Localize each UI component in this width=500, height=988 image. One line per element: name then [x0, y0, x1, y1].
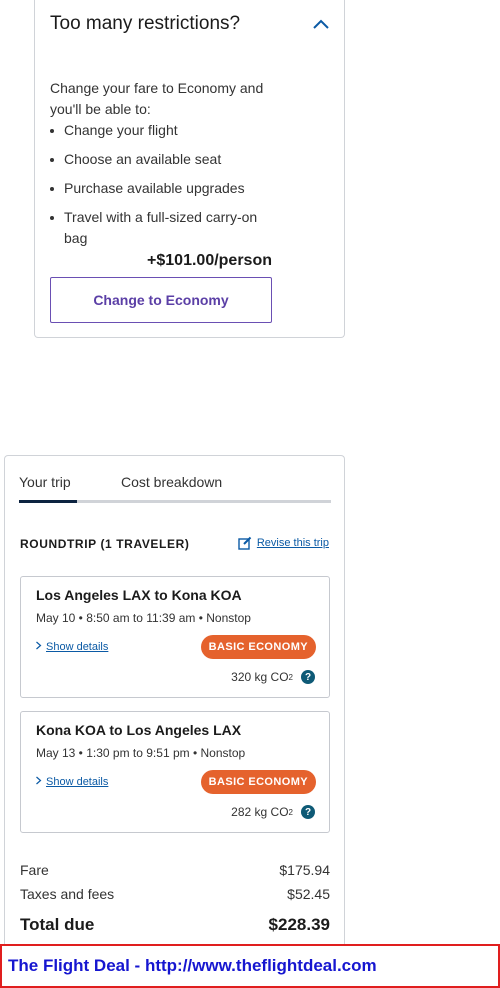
- benefit-item: Purchase available upgrades: [50, 178, 280, 199]
- chevron-up-icon[interactable]: [312, 18, 330, 30]
- active-tab-indicator: [19, 500, 77, 503]
- trip-summary-card: Your trip Cost breakdown ROUNDTRIP (1 TR…: [4, 455, 345, 955]
- upsell-price: +$101.00/person: [147, 252, 272, 269]
- help-icon[interactable]: ?: [301, 805, 315, 819]
- footer-banner: The Flight Deal - http://www.theflightde…: [0, 944, 500, 988]
- footer-text: The Flight Deal - http://www.theflightde…: [8, 956, 377, 975]
- show-details-label: Show details: [46, 776, 109, 788]
- taxes-label: Taxes and fees: [20, 886, 115, 902]
- co2-emissions: 282 kg CO 2 ?: [231, 805, 315, 819]
- fare-value: $175.94: [279, 862, 330, 878]
- trip-heading: ROUNDTRIP (1 TRAVELER): [20, 537, 190, 551]
- fare-class-badge: BASIC ECONOMY: [200, 770, 316, 794]
- tab-your-trip[interactable]: Your trip: [19, 474, 71, 490]
- fare-label: Fare: [20, 862, 49, 878]
- tab-cost-breakdown[interactable]: Cost breakdown: [121, 474, 222, 490]
- co2-emissions: 320 kg CO 2 ?: [231, 670, 315, 684]
- segment-times: May 13 • 1:30 pm to 9:51 pm • Nonstop: [36, 746, 246, 760]
- chevron-right-icon: [36, 776, 42, 784]
- co2-value: 282 kg CO: [231, 805, 289, 819]
- benefits-list: Change your flight Choose an available s…: [50, 120, 280, 257]
- co2-subscript: 2: [288, 672, 293, 682]
- upsell-intro: Change your fare to Economy and you'll b…: [50, 80, 264, 117]
- co2-subscript: 2: [288, 807, 293, 817]
- segment-times: May 10 • 8:50 am to 11:39 am • Nonstop: [36, 611, 251, 625]
- benefit-item: Choose an available seat: [50, 149, 280, 170]
- flight-segment: Los Angeles LAX to Kona KOA May 10 • 8:5…: [20, 576, 330, 698]
- benefit-item: Change your flight: [50, 120, 280, 141]
- total-value: $228.39: [268, 915, 330, 934]
- taxes-value: $52.45: [287, 886, 330, 902]
- upsell-title: Too many restrictions?: [50, 13, 241, 34]
- help-icon[interactable]: ?: [301, 670, 315, 684]
- fare-class-badge: BASIC ECONOMY: [200, 635, 316, 659]
- chevron-right-icon: [36, 641, 42, 649]
- benefit-item: Travel with a full-sized carry-on bag: [50, 207, 280, 249]
- show-details-link[interactable]: Show details: [35, 776, 108, 788]
- change-to-economy-button[interactable]: Change to Economy: [50, 277, 272, 323]
- flight-segment: Kona KOA to Los Angeles LAX May 13 • 1:3…: [20, 711, 330, 833]
- co2-value: 320 kg CO: [231, 670, 289, 684]
- trip-tabs: Your trip Cost breakdown: [19, 474, 331, 504]
- edit-icon: [238, 536, 252, 550]
- fare-upsell-card: Too many restrictions? Change your fare …: [34, 0, 345, 338]
- fare-row: Fare $175.94: [20, 862, 330, 878]
- show-details-label: Show details: [46, 641, 109, 653]
- show-details-link[interactable]: Show details: [35, 641, 108, 653]
- total-label: Total due: [20, 915, 95, 934]
- segment-route: Los Angeles LAX to Kona KOA: [36, 587, 242, 603]
- total-row: Total due $228.39: [20, 915, 330, 935]
- segment-route: Kona KOA to Los Angeles LAX: [36, 722, 242, 738]
- revise-trip-label: Revise this trip: [256, 537, 329, 549]
- taxes-row: Taxes and fees $52.45: [20, 886, 330, 902]
- revise-trip-link[interactable]: Revise this trip: [238, 536, 329, 550]
